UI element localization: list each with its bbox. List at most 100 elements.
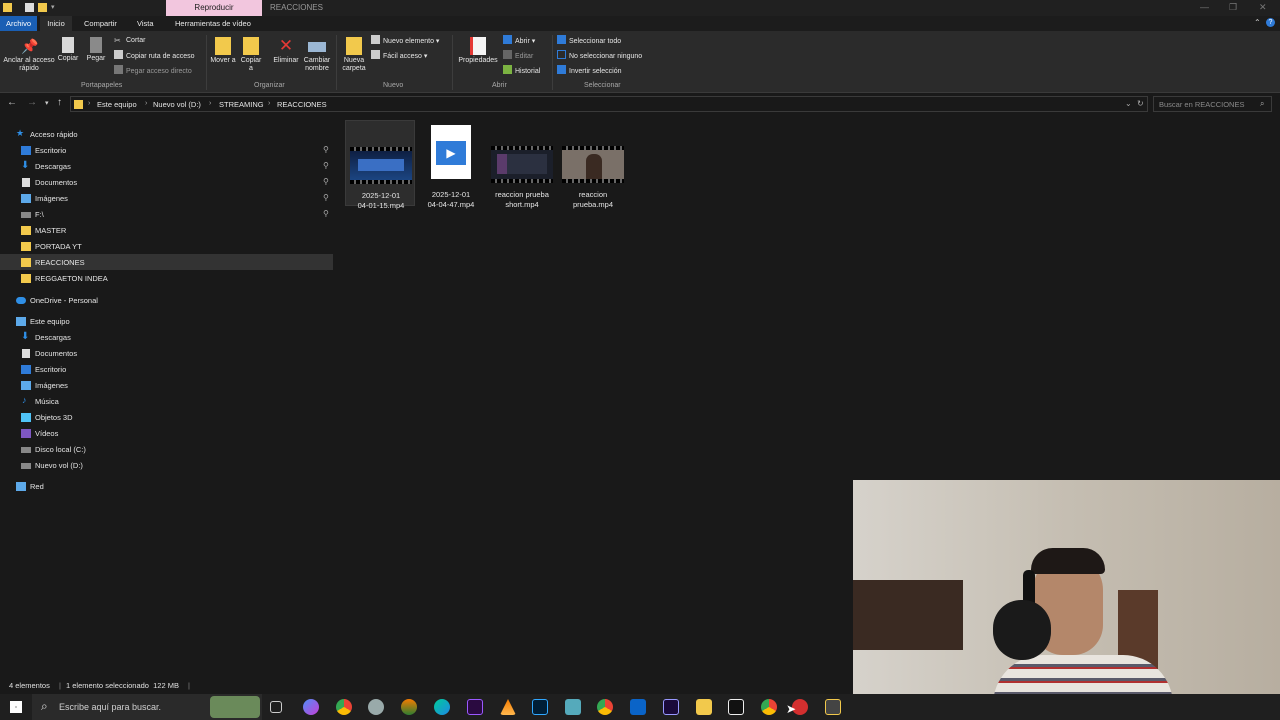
outlook-icon[interactable] <box>630 699 646 715</box>
tab-home[interactable]: Inicio <box>40 16 72 31</box>
open-button[interactable]: Abrir ▾ <box>503 35 535 47</box>
nav-onedrive[interactable]: OneDrive - Personal <box>0 292 333 308</box>
nav-pc-documents[interactable]: Documentos <box>0 345 333 361</box>
taskbar-search-input[interactable]: ⌕ Escribe aquí para buscar. <box>32 694 262 720</box>
cut-button[interactable]: ✂ Cortar <box>114 35 145 47</box>
back-arrow-icon[interactable]: ← <box>7 97 17 108</box>
context-tab-play[interactable]: Reproducir <box>166 0 262 16</box>
nav-this-pc[interactable]: Este equipo <box>0 313 333 329</box>
tab-video-tools[interactable]: Herramientas de vídeo <box>171 16 255 31</box>
nav-quick-access[interactable]: ★ Acceso rápido <box>0 126 333 142</box>
forward-arrow-icon[interactable]: → <box>27 97 37 108</box>
file-item[interactable]: reaccion prueba.mp4 <box>558 120 628 209</box>
tab-file[interactable]: Archivo <box>0 16 37 31</box>
capcut-icon[interactable] <box>728 699 744 715</box>
photoshop-icon[interactable] <box>532 699 548 715</box>
maximize-icon[interactable]: ❐ <box>1229 2 1237 13</box>
tab-view[interactable]: Vista <box>133 16 158 31</box>
copy-path-button[interactable]: Copiar ruta de acceso <box>114 50 194 62</box>
nav-pc-music[interactable]: ♪ Música <box>0 393 333 409</box>
breadcrumb-reacciones[interactable]: REACCIONES <box>277 100 327 109</box>
paste-shortcut-button[interactable]: Pegar acceso directo <box>114 65 192 77</box>
nav-pc-drive-d[interactable]: Nuevo vol (D:) <box>0 457 333 473</box>
rename-button[interactable]: Cambiar nombre <box>302 37 332 73</box>
chevron-up-icon[interactable]: ⌃ <box>1254 18 1261 27</box>
nav-pc-desktop[interactable]: Escritorio <box>0 361 333 377</box>
nav-item-documents[interactable]: Documentos ⚲ <box>0 174 333 190</box>
nav-pc-downloads[interactable]: ⬇ Descargas <box>0 329 333 345</box>
premiere-icon[interactable] <box>467 699 483 715</box>
new-folder-icon[interactable] <box>38 3 47 12</box>
minimize-icon[interactable]: — <box>1200 2 1209 12</box>
copilot-icon[interactable] <box>303 699 319 715</box>
pin-icon[interactable]: ⚲ <box>323 161 329 170</box>
copy-to-button[interactable]: Copiar a <box>238 37 264 73</box>
search-input[interactable]: Buscar en REACCIONES ⌕ <box>1153 96 1272 112</box>
document-icon <box>22 349 30 358</box>
nav-pc-drive-c[interactable]: Disco local (C:) <box>0 441 333 457</box>
move-to-label: Mover a <box>210 57 236 64</box>
nav-item-reacciones[interactable]: REACCIONES <box>0 254 333 270</box>
pin-icon[interactable]: ⚲ <box>323 209 329 218</box>
task-view-icon[interactable] <box>270 701 282 713</box>
refresh-icon[interactable]: ↻ <box>1137 99 1144 108</box>
pin-icon[interactable]: ⚲ <box>323 177 329 186</box>
file-item[interactable]: 2025-12-01 04-01-15.mp4 <box>345 120 415 210</box>
help-icon[interactable]: ? <box>1266 18 1275 27</box>
paste-button[interactable]: Pegar <box>84 37 108 63</box>
file-item[interactable]: ▶ 2025-12-01 04-04-47.mp4 <box>416 120 486 209</box>
copy-button[interactable]: Copiar <box>56 37 80 63</box>
breadcrumb-drive-d[interactable]: Nuevo vol (D:) <box>153 100 201 109</box>
nav-item-downloads[interactable]: ⬇ Descargas ⚲ <box>0 158 333 174</box>
chevron-down-icon[interactable]: ⌄ <box>1125 99 1132 108</box>
recent-chevron-icon[interactable]: ▾ <box>45 99 49 107</box>
edge-icon[interactable] <box>434 699 450 715</box>
up-arrow-icon[interactable]: ↑ <box>57 97 62 108</box>
nav-item-drive-f[interactable]: F:\ ⚲ <box>0 206 333 222</box>
nav-pc-3d-objects[interactable]: Objetos 3D <box>0 409 333 425</box>
edit-button[interactable]: Editar <box>503 50 533 62</box>
select-all-button[interactable]: Seleccionar todo <box>557 35 621 47</box>
browser-icon[interactable] <box>401 699 417 715</box>
nav-pc-videos[interactable]: Vídeos <box>0 425 333 441</box>
properties-icon[interactable] <box>25 3 34 12</box>
invert-selection-button[interactable]: Invertir selección <box>557 65 622 77</box>
nav-pc-images[interactable]: Imágenes <box>0 377 333 393</box>
properties-button[interactable]: Propiedades <box>456 37 500 65</box>
move-to-button[interactable]: Mover a <box>210 37 236 65</box>
breadcrumb-streaming[interactable]: STREAMING <box>219 100 264 109</box>
pin-icon[interactable]: ⚲ <box>323 193 329 202</box>
select-none-button[interactable]: No seleccionar ninguno <box>557 50 642 62</box>
breadcrumb-this-pc[interactable]: Este equipo <box>97 100 137 109</box>
after-effects-icon[interactable] <box>663 699 679 715</box>
tab-share[interactable]: Compartir <box>80 16 121 31</box>
pin-icon[interactable]: ⚲ <box>323 145 329 154</box>
close-icon[interactable]: ✕ <box>1259 2 1267 13</box>
easy-access-button[interactable]: Fácil acceso ▾ <box>371 50 427 62</box>
address-bar[interactable]: › Este equipo › Nuevo vol (D:) › STREAMI… <box>70 96 1148 112</box>
nav-item-master[interactable]: MASTER <box>0 222 333 238</box>
photos-icon[interactable] <box>565 699 581 715</box>
file-explorer-icon[interactable] <box>696 699 712 715</box>
nav-item-portada-yt[interactable]: PORTADA YT <box>0 238 333 254</box>
file-item[interactable]: reaccion prueba short.mp4 <box>487 120 557 209</box>
nav-item-reggaeton-indea[interactable]: REGGAETON INDEA <box>0 270 333 286</box>
windows-start-icon[interactable] <box>10 701 22 713</box>
nav-item-desktop[interactable]: Escritorio ⚲ <box>0 142 333 158</box>
download-icon: ⬇ <box>21 331 30 342</box>
pin-quick-access-button[interactable]: 📌 Anclar al acceso rápido <box>3 37 55 73</box>
media-player-icon[interactable] <box>825 699 841 715</box>
chevron-down-icon[interactable]: ▾ <box>51 3 55 11</box>
chrome-icon[interactable] <box>597 699 613 715</box>
nav-item-images[interactable]: Imágenes ⚲ <box>0 190 333 206</box>
new-folder-button[interactable]: Nueva carpeta <box>340 37 368 73</box>
nav-network[interactable]: Red <box>0 478 333 494</box>
vlc-icon[interactable] <box>500 699 516 715</box>
settings-icon[interactable] <box>368 699 384 715</box>
chrome-icon[interactable] <box>761 699 777 715</box>
delete-button[interactable]: ✕ Eliminar <box>270 37 302 65</box>
new-item-button[interactable]: Nuevo elemento ▾ <box>371 35 439 47</box>
edit-label: Editar <box>515 53 534 60</box>
history-button[interactable]: Historial <box>503 65 540 77</box>
chrome-icon[interactable] <box>336 699 352 715</box>
